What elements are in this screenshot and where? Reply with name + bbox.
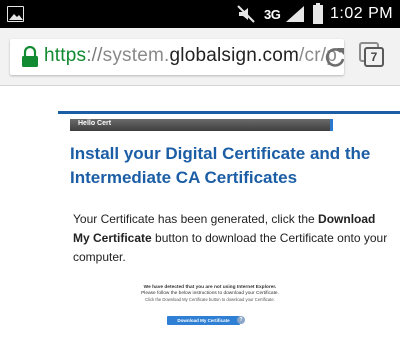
signal-icon bbox=[286, 6, 304, 22]
header-rule bbox=[58, 111, 400, 114]
url-domain: globalsign.com bbox=[169, 45, 300, 66]
url-separator: :// bbox=[86, 45, 103, 66]
url-text[interactable]: https://system.globalsign.com/cr/p bbox=[44, 45, 337, 67]
lock-icon bbox=[22, 46, 38, 67]
download-certificate-button[interactable]: Download My Certificate bbox=[167, 316, 240, 325]
intro-text: Your Certificate has been generated, cli… bbox=[73, 210, 395, 267]
help-icon[interactable]: ? bbox=[237, 316, 245, 324]
tab-switcher-button[interactable]: 7 bbox=[359, 42, 385, 68]
browser-toolbar: https://system.globalsign.com/cr/p 7 bbox=[0, 28, 400, 86]
tab-count: 7 bbox=[364, 47, 384, 67]
network-type: 3G bbox=[264, 7, 281, 22]
hello-label: Hello Cert bbox=[78, 120, 112, 127]
mute-icon bbox=[237, 5, 255, 23]
gallery-icon bbox=[7, 6, 24, 22]
ie-notice-line3: Click the Download My Certificate button… bbox=[145, 297, 275, 302]
url-host-prefix: system. bbox=[102, 45, 170, 66]
ie-notice: We have detected that you are not using … bbox=[110, 285, 310, 303]
intro-part1: Your Certificate has been generated, cli… bbox=[73, 212, 319, 226]
battery-icon bbox=[313, 3, 323, 24]
url-scheme: https bbox=[44, 45, 87, 66]
clock: 1:02 PM bbox=[330, 5, 394, 22]
page-title: Install your Digital Certificate and the… bbox=[70, 144, 371, 187]
status-bar: 3G 1:02 PM bbox=[0, 0, 400, 28]
reload-icon[interactable] bbox=[324, 46, 344, 68]
hello-bar: Hello Cert bbox=[70, 119, 333, 131]
address-bar[interactable]: https://system.globalsign.com/cr/p bbox=[10, 39, 344, 75]
